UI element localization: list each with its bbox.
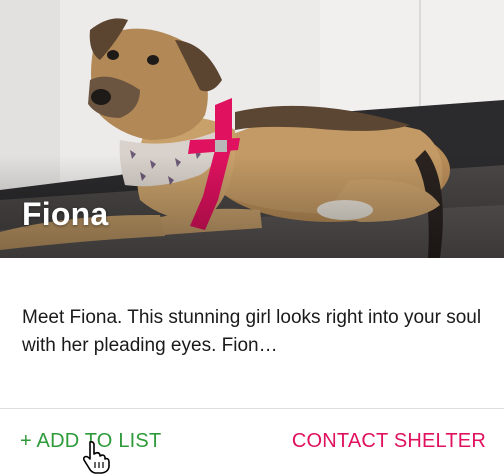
pet-description: Meet Fiona. This stunning girl looks rig… [22,307,482,356]
pet-photo[interactable]: Fiona [0,0,504,258]
pet-card: Fiona Meet Fiona. This stunning girl loo… [0,0,504,476]
contact-shelter-button[interactable]: CONTACT SHELTER [292,430,486,453]
pet-name: Fiona [22,196,109,232]
card-divider [0,408,504,409]
hand-pointer-icon [82,440,110,474]
